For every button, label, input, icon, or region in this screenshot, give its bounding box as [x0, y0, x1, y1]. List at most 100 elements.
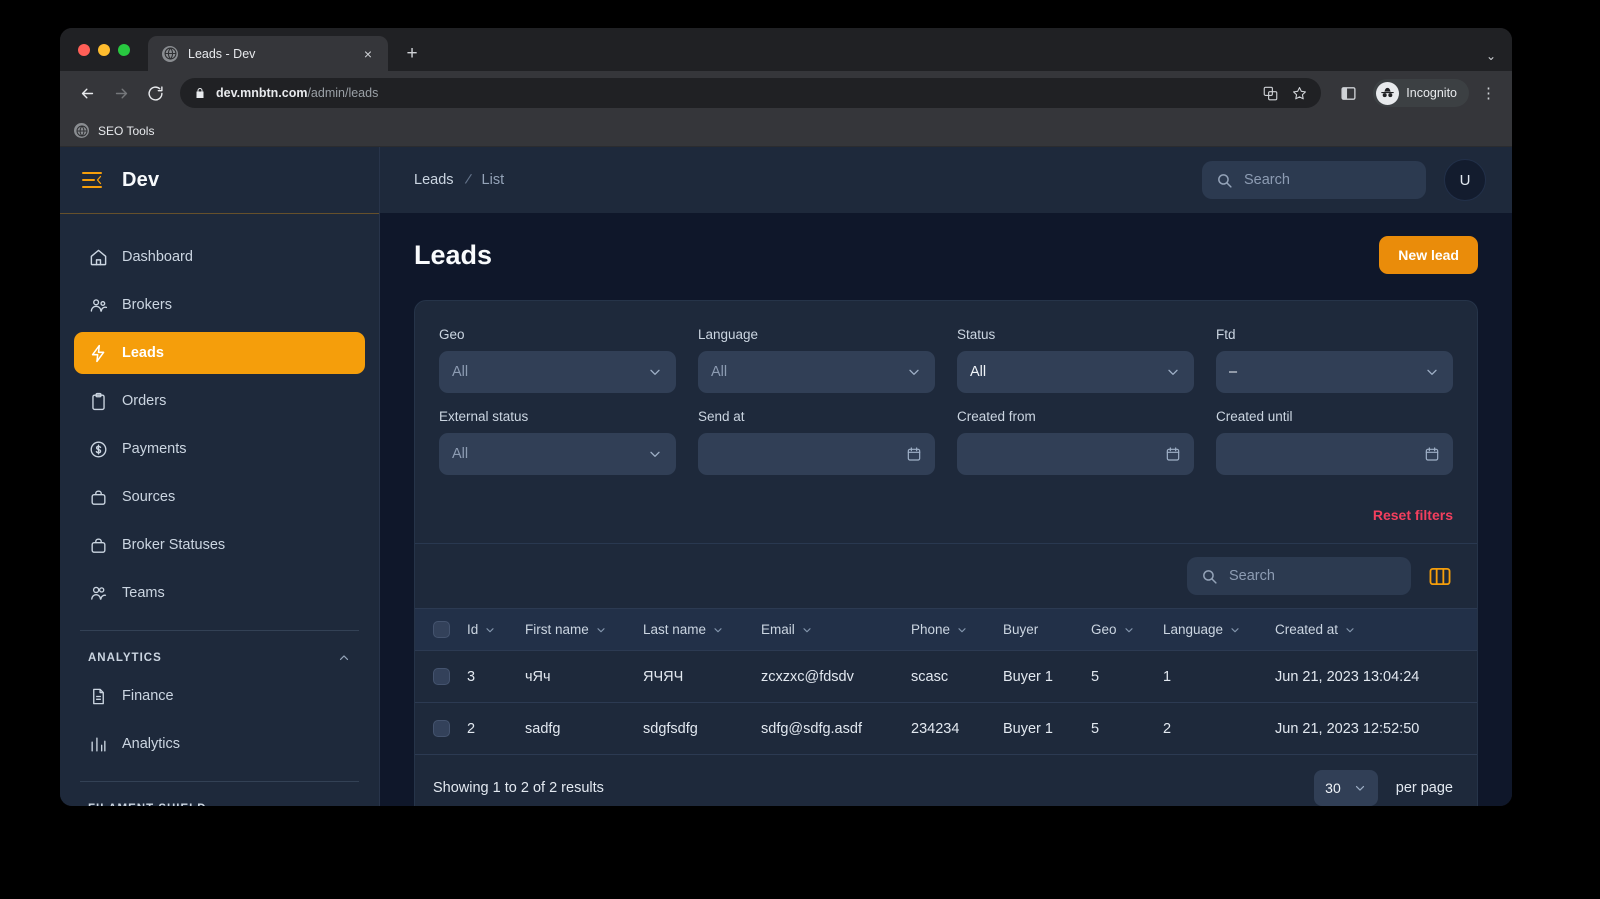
breadcrumb-separator: /: [463, 172, 472, 188]
sidebar-item-dashboard[interactable]: Dashboard: [74, 236, 365, 278]
bookmark-item-seo-tools[interactable]: SEO Tools: [98, 124, 154, 138]
filter-label: Send at: [698, 409, 935, 424]
filter-send-at-date[interactable]: [698, 433, 935, 475]
address-bar-url: dev.mnbtn.com/admin/leads: [216, 86, 378, 100]
sidebar-item-teams[interactable]: Teams: [74, 572, 365, 614]
reset-filters-link[interactable]: Reset filters: [1373, 507, 1453, 523]
sidebar-brand: Dev: [60, 147, 379, 214]
filter-label: Status: [957, 327, 1194, 342]
calendar-icon[interactable]: [1424, 446, 1440, 462]
filter-language-select[interactable]: All: [698, 351, 935, 393]
filter-status-select[interactable]: All: [957, 351, 1194, 393]
table-footer: Showing 1 to 2 of 2 results 30 per page: [415, 755, 1477, 806]
filter-value: All: [970, 364, 1165, 380]
filter-label: Created from: [957, 409, 1194, 424]
side-panel-button[interactable]: [1333, 78, 1363, 108]
document-icon: [88, 686, 108, 706]
filter-external-status-select[interactable]: All: [439, 433, 676, 475]
calendar-icon[interactable]: [1165, 446, 1181, 462]
dollar-circle-icon: [88, 439, 108, 459]
per-page-select[interactable]: 30: [1314, 770, 1378, 806]
sidebar-group-analytics[interactable]: ANALYTICS: [74, 647, 365, 675]
sidebar-toggle-icon[interactable]: [82, 172, 104, 188]
back-button[interactable]: [72, 78, 102, 108]
column-header-last-name[interactable]: Last name: [637, 609, 755, 651]
column-header-language[interactable]: Language: [1157, 609, 1269, 651]
maximize-window-button[interactable]: [118, 44, 130, 56]
cell-email: zcxzxc@fdsdv: [755, 651, 905, 703]
global-search[interactable]: [1202, 161, 1426, 199]
sidebar-item-sources[interactable]: Sources: [74, 476, 365, 518]
close-window-button[interactable]: [78, 44, 90, 56]
column-header-phone[interactable]: Phone: [905, 609, 997, 651]
column-label: Buyer: [1003, 622, 1038, 637]
new-tab-button[interactable]: +: [398, 39, 426, 67]
users-icon: [88, 583, 108, 603]
column-header-id[interactable]: Id: [461, 609, 519, 651]
column-header-email[interactable]: Email: [755, 609, 905, 651]
filter-geo-select[interactable]: All: [439, 351, 676, 393]
filter-created-until-date[interactable]: [1216, 433, 1453, 475]
incognito-icon: [1376, 82, 1399, 105]
table-row[interactable]: 2 sadfg sdgfsdfg sdfg@sdfg.asdf 234234 B…: [415, 703, 1477, 755]
search-input[interactable]: [1244, 172, 1412, 188]
sidebar-item-broker-statuses[interactable]: Broker Statuses: [74, 524, 365, 566]
forward-button[interactable]: [106, 78, 136, 108]
translate-icon[interactable]: [1263, 86, 1278, 101]
breadcrumb-item-leads[interactable]: Leads: [414, 172, 454, 188]
close-icon[interactable]: ×: [358, 44, 378, 64]
cell-created-at: Jun 21, 2023 13:04:24: [1269, 651, 1477, 703]
breadcrumb-item-list: List: [482, 172, 505, 188]
cell-language: 2: [1157, 703, 1269, 755]
filter-value: All: [452, 446, 647, 462]
sidebar-item-orders[interactable]: Orders: [74, 380, 365, 422]
filter-label: External status: [439, 409, 676, 424]
table-row[interactable]: 3 чЯч ЯЧЯЧ zcxzxc@fdsdv scasc Buyer 1 5 …: [415, 651, 1477, 703]
incognito-indicator[interactable]: Incognito: [1373, 79, 1469, 107]
sidebar-item-finance[interactable]: Finance: [74, 675, 365, 717]
select-all-checkbox[interactable]: [433, 621, 450, 638]
leads-panel: Geo All Language All: [414, 300, 1478, 806]
row-checkbox[interactable]: [433, 668, 450, 685]
sidebar-item-label: Payments: [122, 441, 351, 457]
row-select-cell: [415, 651, 461, 703]
column-header-created-at[interactable]: Created at: [1269, 609, 1477, 651]
columns-icon[interactable]: [1427, 565, 1453, 587]
column-header-geo[interactable]: Geo: [1085, 609, 1157, 651]
browser-tab[interactable]: Leads - Dev ×: [148, 36, 388, 71]
filter-label: Created until: [1216, 409, 1453, 424]
new-lead-button[interactable]: New lead: [1379, 236, 1478, 274]
minimize-window-button[interactable]: [98, 44, 110, 56]
sidebar-item-payments[interactable]: Payments: [74, 428, 365, 470]
chevron-down-icon[interactable]: ⌄: [1486, 49, 1496, 63]
calendar-icon[interactable]: [906, 446, 922, 462]
sidebar-item-brokers[interactable]: Brokers: [74, 284, 365, 326]
cell-last-name: sdgfsdfg: [637, 703, 755, 755]
chevron-down-icon: [1424, 364, 1440, 380]
brand-name: Dev: [122, 169, 159, 192]
column-header-first-name[interactable]: First name: [519, 609, 637, 651]
sort-chevron-icon: [1344, 624, 1356, 636]
table-search-input[interactable]: [1229, 568, 1397, 584]
sidebar-group-filament-shield[interactable]: FILAMENT SHIELD: [74, 798, 365, 806]
row-checkbox[interactable]: [433, 720, 450, 737]
table-search[interactable]: [1187, 557, 1411, 595]
filters-grid: Geo All Language All: [439, 327, 1453, 475]
chevron-up-icon[interactable]: [337, 802, 351, 806]
avatar[interactable]: U: [1444, 159, 1486, 201]
filter-created-from-date[interactable]: [957, 433, 1194, 475]
browser-menu-icon[interactable]: ⋮: [1473, 84, 1500, 102]
sidebar-item-leads[interactable]: Leads: [74, 332, 365, 374]
reload-button[interactable]: [140, 78, 170, 108]
address-bar[interactable]: dev.mnbtn.com/admin/leads: [180, 78, 1321, 108]
bookmark-star-icon[interactable]: [1292, 86, 1307, 101]
per-page-value: 30: [1325, 780, 1341, 796]
column-header-buyer[interactable]: Buyer: [997, 609, 1085, 651]
filter-label: Language: [698, 327, 935, 342]
cell-first-name: чЯч: [519, 651, 637, 703]
sidebar-item-analytics[interactable]: Analytics: [74, 723, 365, 765]
sidebar-item-label: Sources: [122, 489, 351, 505]
chevron-up-icon[interactable]: [337, 651, 351, 665]
filter-created-from: Created from: [957, 409, 1194, 475]
filter-ftd-select[interactable]: –: [1216, 351, 1453, 393]
